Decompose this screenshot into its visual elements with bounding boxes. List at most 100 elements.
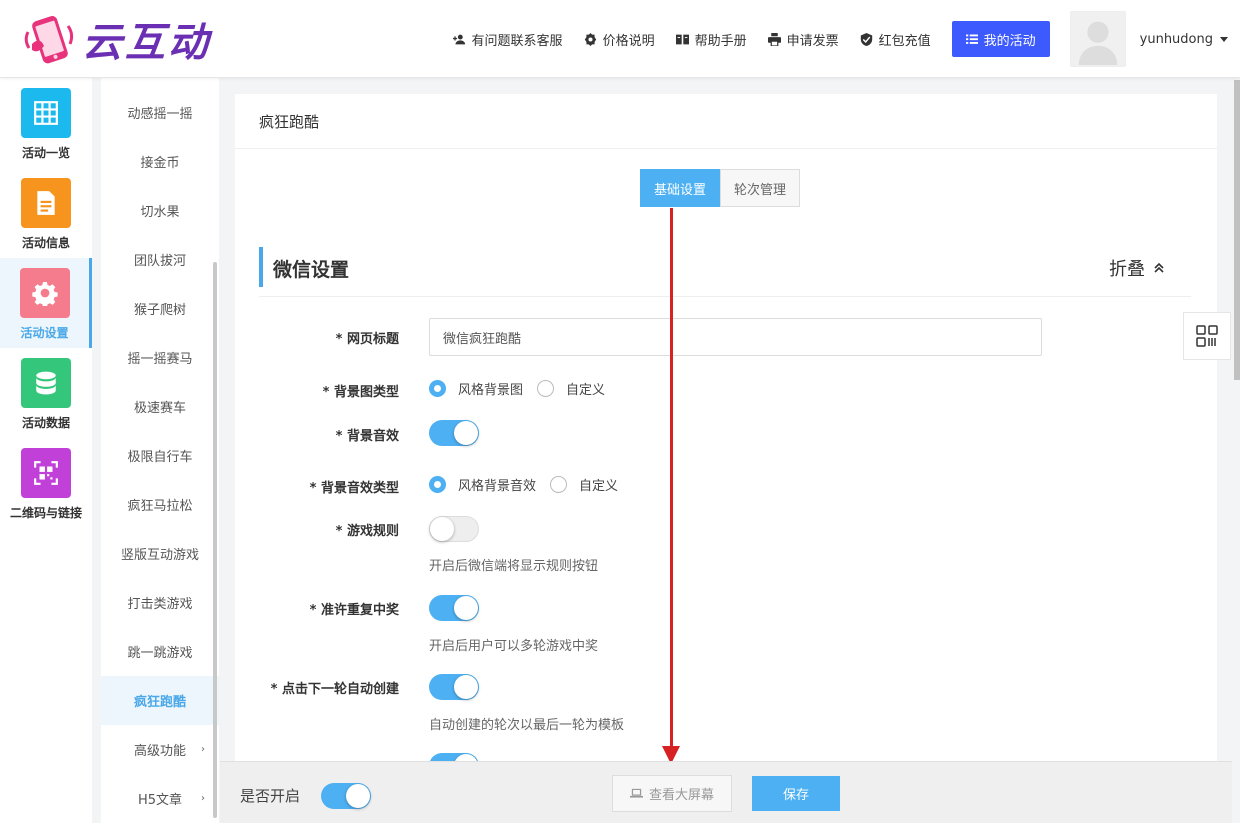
my-activity-label: 我的活动 (983, 33, 1036, 49)
repeat-winning-hint: 开启后用户可以多轮游戏中奖 (429, 639, 599, 654)
fold-toggle[interactable]: 折叠 (1109, 255, 1165, 281)
floating-qrcode-button[interactable] (1183, 312, 1231, 360)
radio-label: 风格背景音效 (458, 479, 537, 494)
database-icon (21, 358, 71, 408)
sidebar-item-activity-info[interactable]: 活动信息 (0, 168, 92, 258)
sidebar-item-activity-data[interactable]: 活动数据 (0, 348, 92, 438)
avatar[interactable] (1069, 11, 1126, 67)
brand-logo[interactable]: 云互动 (20, 10, 211, 68)
field-label: * 背景音效 (335, 429, 399, 444)
tab-basic-settings[interactable]: 基础设置 (640, 169, 721, 207)
nav-pricing[interactable]: 价格说明 (584, 30, 655, 49)
username: yunhudong (1139, 31, 1213, 47)
bg-sound-type-radios: 风格背景音效 自定义 (429, 475, 632, 494)
field-label: * 点击下一轮自动创建 (270, 682, 399, 697)
sidebar-item-activity-overview[interactable]: 活动一览 (0, 78, 92, 168)
phone-logo-icon (24, 16, 74, 64)
field-label: * 背景音效类型 (309, 481, 399, 496)
page-title: 疯狂跑酷 (235, 94, 1217, 149)
subnav-item[interactable]: 打击类游戏 (101, 578, 219, 627)
switch-knob (430, 517, 454, 541)
enable-switch[interactable] (321, 783, 371, 809)
chevron-right-icon: › (201, 744, 205, 755)
brand-name: 云互动 (82, 19, 211, 66)
switch-knob (454, 596, 478, 620)
user-menu[interactable]: yunhudong (1140, 32, 1228, 47)
tab-round-management[interactable]: 轮次管理 (720, 169, 801, 207)
radio-custom-bg[interactable] (537, 380, 555, 397)
sidebar-item-label: 活动设置 (20, 326, 69, 340)
radio-style-sound[interactable] (429, 476, 446, 493)
save-button[interactable]: 保存 (752, 776, 840, 811)
field-label: * 背景图类型 (322, 385, 399, 400)
subnav-item[interactable]: 摇一摇赛马 (101, 333, 219, 382)
my-activity-button[interactable]: 我的活动 (951, 21, 1050, 57)
subnav-item[interactable]: 猴子爬树 (101, 284, 219, 333)
subnav-item-label: H5文章 (137, 793, 183, 808)
user-silhouette-icon (1078, 21, 1117, 65)
settings-tabs: 基础设置 轮次管理 (640, 169, 801, 207)
subnav-item-advanced[interactable]: 高级功能 › (101, 725, 219, 774)
sidebar-item-label: 二维码与链接 (9, 506, 82, 520)
enable-label: 是否开启 (240, 787, 301, 805)
subnav-item[interactable]: 切水果 (101, 186, 219, 235)
game-rules-switch[interactable] (429, 516, 479, 542)
bg-sound-switch[interactable] (429, 420, 479, 446)
primary-sidebar: 活动一览 活动信息 活动设置 活动数据 二维码与链接 (0, 78, 92, 823)
section-header: 微信设置 折叠 (259, 247, 1191, 297)
subnav-item[interactable]: 疯狂马拉松 (101, 480, 219, 529)
radio-custom-sound[interactable] (550, 476, 568, 493)
auto-create-switch[interactable] (429, 674, 479, 700)
list-icon (965, 34, 978, 44)
nav-redpacket-recharge[interactable]: 红包充值 (860, 30, 931, 49)
subnav-item[interactable]: 竖版互动游戏 (101, 529, 219, 578)
subnav-item[interactable]: 跳一跳游戏 (101, 627, 219, 676)
top-header: 云互动 有问题联系客服 价格说明 帮助手册 申请发票 红包充值 我的活动 yun… (0, 0, 1240, 78)
radio-label: 自定义 (579, 479, 619, 494)
section-title: 微信设置 (273, 259, 350, 281)
nav-contact-support-label: 有问题联系客服 (471, 33, 563, 49)
subnav-item[interactable]: 极速赛车 (101, 382, 219, 431)
page-title-input[interactable]: 微信疯狂跑酷 (429, 318, 1042, 356)
bg-image-type-radios: 风格背景图 自定义 (429, 379, 619, 398)
page-scrollbar[interactable] (1234, 80, 1240, 380)
auto-create-hint: 自动创建的轮次以最后一轮为模板 (429, 718, 625, 733)
subnav-item-h5-article[interactable]: H5文章 › (101, 774, 219, 823)
qrcode-icon (21, 448, 71, 498)
document-icon (21, 178, 71, 228)
radio-label: 自定义 (566, 383, 606, 398)
field-label: * 网页标题 (335, 332, 399, 347)
radio-style-bg[interactable] (429, 380, 446, 397)
subnav-item[interactable]: 接金币 (101, 137, 219, 186)
sidebar-item-label: 活动信息 (21, 236, 70, 250)
switch-knob (454, 421, 478, 445)
subnav-item[interactable]: 团队拔河 (101, 235, 219, 284)
double-chevron-up-icon (1154, 262, 1164, 273)
section-accent-bar (259, 247, 263, 287)
radio-label: 风格背景图 (458, 383, 524, 398)
repeat-winning-switch[interactable] (429, 595, 479, 621)
nav-redpacket-recharge-label: 红包充值 (878, 33, 931, 49)
grid-icon (21, 88, 71, 138)
sidebar-scrollbar[interactable] (213, 262, 217, 818)
view-big-screen-button[interactable]: 查看大屏幕 (612, 775, 732, 812)
user-plus-icon (452, 34, 465, 44)
badge-icon (584, 32, 596, 46)
top-nav: 有问题联系客服 价格说明 帮助手册 申请发票 红包充值 我的活动 yunhudo… (452, 0, 1240, 78)
sidebar-item-qrcode-links[interactable]: 二维码与链接 (0, 438, 92, 528)
subnav-item[interactable]: 极限自行车 (101, 431, 219, 480)
nav-help-manual[interactable]: 帮助手册 (675, 30, 747, 49)
book-icon (675, 34, 689, 44)
subnav-item[interactable]: 动感摇一摇 (101, 88, 219, 137)
shield-check-icon (860, 32, 872, 46)
nav-contact-support[interactable]: 有问题联系客服 (452, 30, 563, 49)
caret-down-icon (1220, 36, 1228, 42)
switch-knob (346, 784, 370, 808)
subnav-item-active[interactable]: 疯狂跑酷 (101, 676, 219, 725)
qrcode-icon (1196, 325, 1218, 347)
main-panel: 疯狂跑酷 基础设置 轮次管理 微信设置 折叠 * 网页标题 微信疯狂跑酷 * 背… (235, 94, 1217, 823)
nav-invoice-label: 申请发票 (786, 33, 839, 49)
sidebar-item-activity-settings[interactable]: 活动设置 (0, 258, 92, 348)
nav-help-manual-label: 帮助手册 (694, 33, 747, 49)
nav-invoice[interactable]: 申请发票 (767, 30, 839, 49)
